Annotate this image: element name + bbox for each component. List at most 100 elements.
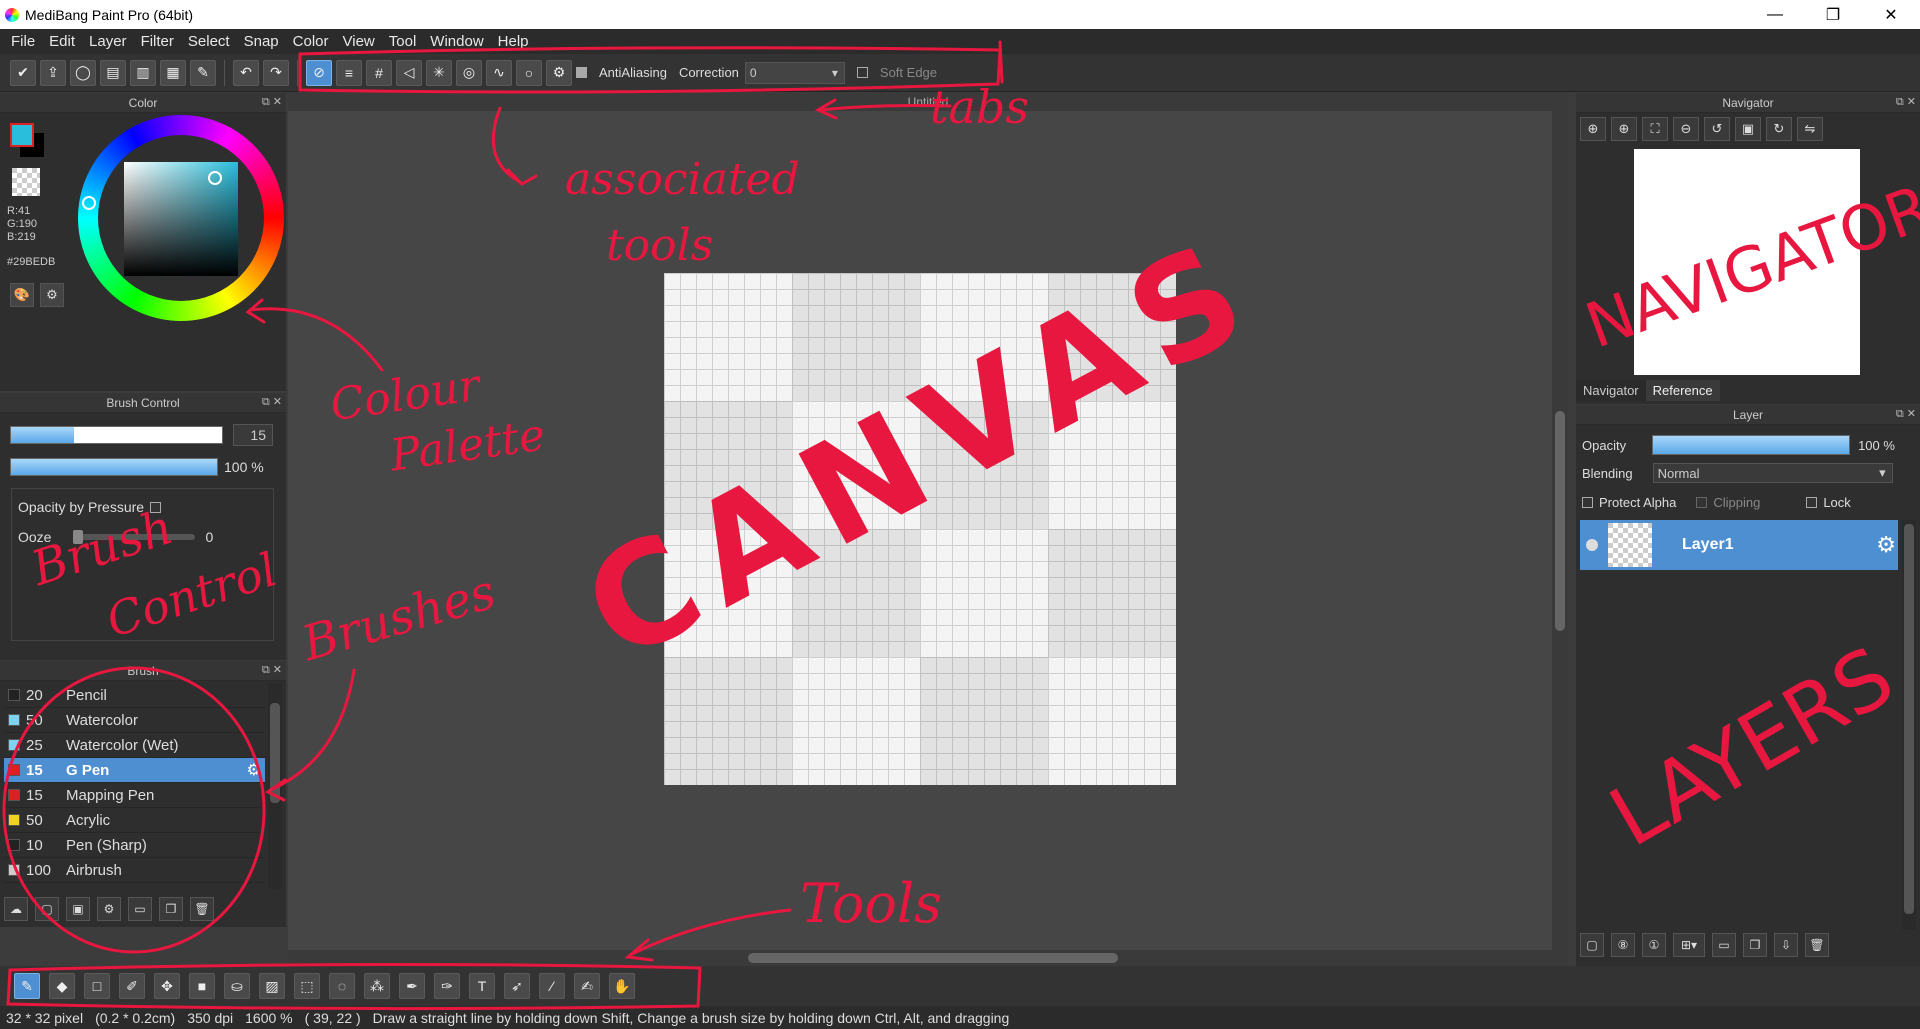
snap-settings-gear-icon[interactable]: ⚙: [546, 59, 572, 86]
layer-list-scrollbar[interactable]: [1902, 520, 1916, 930]
dot-brush-tool-icon[interactable]: ✐: [119, 973, 145, 999]
merge-layer-icon[interactable]: ⇩: [1774, 933, 1798, 957]
duplicate-layer-icon[interactable]: ❐: [1743, 933, 1767, 957]
correction-select[interactable]: 0 ▾: [744, 61, 845, 84]
page-icon[interactable]: ▥: [130, 59, 156, 86]
saturation-value-marker[interactable]: [208, 171, 222, 185]
rotate-left-icon[interactable]: ↺: [1704, 117, 1730, 141]
tab-reference[interactable]: Reference: [1645, 380, 1720, 401]
panel-popout-close-icon[interactable]: ⧉ ✕: [1896, 407, 1916, 421]
select-tool-icon[interactable]: ⬚: [294, 973, 320, 999]
ooze-slider[interactable]: [73, 530, 196, 544]
comment-icon[interactable]: ▤: [100, 59, 126, 86]
add-brush-menu-icon[interactable]: ▣: [66, 897, 90, 921]
brush-list-scrollbar[interactable]: [268, 683, 282, 889]
brush-item[interactable]: 10 Pen (Sharp): [4, 833, 265, 858]
gradient-tool-icon[interactable]: ▨: [259, 973, 285, 999]
menu-help[interactable]: Help: [491, 33, 536, 50]
layer-folder-icon[interactable]: ▭: [1712, 933, 1736, 957]
page-edit-icon[interactable]: ✎: [190, 59, 216, 86]
brush-size-slider[interactable]: [10, 426, 223, 444]
protect-alpha-checkbox[interactable]: [1582, 497, 1593, 508]
layer-settings-gear-icon[interactable]: ⚙: [1876, 532, 1896, 558]
fit-screen-icon[interactable]: ⛶: [1642, 117, 1668, 141]
eraser-tool-icon[interactable]: ◆: [49, 973, 75, 999]
brush-item[interactable]: 50 Acrylic: [4, 808, 265, 833]
delete-brush-icon[interactable]: 🗑: [190, 897, 214, 921]
add-layer-menu-icon[interactable]: ⊞▾: [1673, 933, 1705, 957]
cloud-download-icon[interactable]: ☁: [4, 897, 28, 921]
minimize-button[interactable]: —: [1746, 0, 1804, 29]
move-tool-icon[interactable]: ✥: [154, 973, 180, 999]
redo-icon[interactable]: ↷: [263, 59, 289, 86]
transparent-color-swatch[interactable]: [12, 168, 40, 196]
canvas-document[interactable]: [664, 273, 1176, 785]
canvas-horizontal-scrollbar[interactable]: [288, 950, 1552, 966]
menu-edit[interactable]: Edit: [42, 33, 82, 50]
eyedropper-tool-icon[interactable]: ✍: [574, 973, 600, 999]
grid-snap-icon[interactable]: #: [366, 59, 392, 86]
parallel-snap-icon[interactable]: ≡: [336, 59, 362, 86]
snap-off-icon[interactable]: ⊘: [306, 59, 332, 86]
circle-snap-icon[interactable]: ○: [516, 59, 542, 86]
clipping-checkbox[interactable]: [1696, 497, 1708, 508]
curve-snap-icon[interactable]: ∿: [486, 59, 512, 86]
soft-edge-checkbox[interactable]: [856, 67, 868, 78]
brush-tool-icon[interactable]: ✎: [14, 973, 40, 999]
brush-item[interactable]: 50Blur: [4, 883, 265, 890]
brush-item[interactable]: 100 Airbrush: [4, 858, 265, 883]
concentric-snap-icon[interactable]: ◎: [456, 59, 482, 86]
magic-wand-tool-icon[interactable]: ⁂: [364, 973, 390, 999]
canvas-area[interactable]: Untitled: [288, 93, 1568, 966]
undo-icon[interactable]: ↶: [233, 59, 259, 86]
select-pen-tool-icon[interactable]: ✒: [399, 973, 425, 999]
perspective-snap-icon[interactable]: ◁: [396, 59, 422, 86]
blending-select[interactable]: Normal ▾: [1652, 463, 1893, 483]
zoom-out-icon[interactable]: ⊖: [1673, 117, 1699, 141]
tab-navigator[interactable]: Navigator: [1576, 380, 1646, 401]
hand-tool-icon[interactable]: ✋: [609, 973, 635, 999]
restore-button[interactable]: ❐: [1804, 0, 1862, 29]
divide-tool-icon[interactable]: ⁄: [539, 973, 565, 999]
bucket-tool-icon[interactable]: ⛀: [224, 973, 250, 999]
foreground-color-swatch[interactable]: [10, 123, 34, 147]
zoom-fit-icon[interactable]: ⊕: [1580, 117, 1606, 141]
reset-view-icon[interactable]: ▣: [1735, 117, 1761, 141]
new-brush-icon[interactable]: ▢: [35, 897, 59, 921]
brush-settings-gear-icon[interactable]: ⚙: [247, 760, 261, 780]
visibility-eye-icon[interactable]: [1586, 539, 1598, 551]
text-tool-icon[interactable]: T: [469, 973, 495, 999]
brush-opacity-slider[interactable]: [10, 458, 218, 476]
panel-popout-close-icon[interactable]: ⧉ ✕: [1896, 95, 1916, 109]
lasso-tool-icon[interactable]: ◌: [329, 973, 355, 999]
rotate-right-icon[interactable]: ↻: [1766, 117, 1792, 141]
new-8bit-layer-icon[interactable]: ⑧: [1611, 933, 1635, 957]
menu-filter[interactable]: Filter: [134, 33, 181, 50]
menu-window[interactable]: Window: [423, 33, 490, 50]
menu-select[interactable]: Select: [181, 33, 237, 50]
zoom-in-icon[interactable]: ⊕: [1611, 117, 1637, 141]
brush-item[interactable]: 25 Watercolor (Wet): [4, 733, 265, 758]
panel-popout-close-icon[interactable]: ⧉ ✕: [262, 95, 282, 109]
panel-popout-close-icon[interactable]: ⧉ ✕: [262, 663, 282, 677]
new-1bit-layer-icon[interactable]: ①: [1642, 933, 1666, 957]
select-eraser-tool-icon[interactable]: ✑: [434, 973, 460, 999]
delete-layer-icon[interactable]: 🗑: [1805, 933, 1829, 957]
brush-item[interactable]: 50 Watercolor: [4, 708, 265, 733]
hue-marker[interactable]: [82, 196, 96, 210]
menu-snap[interactable]: Snap: [237, 33, 286, 50]
radial-snap-icon[interactable]: ✳: [426, 59, 452, 86]
layer-opacity-slider[interactable]: [1652, 435, 1851, 455]
ooze-slider-thumb[interactable]: [73, 530, 84, 544]
navigator-preview[interactable]: [1634, 149, 1860, 375]
palette-settings-icon[interactable]: ⚙: [40, 283, 64, 307]
duplicate-brush-icon[interactable]: ❐: [159, 897, 183, 921]
palette-icon[interactable]: 🎨: [10, 283, 34, 307]
operation-tool-icon[interactable]: ➶: [504, 973, 530, 999]
menu-tool[interactable]: Tool: [382, 33, 424, 50]
fill-rect-tool-icon[interactable]: ■: [189, 973, 215, 999]
flip-horizontal-icon[interactable]: ⇋: [1797, 117, 1823, 141]
antialiasing-checkbox[interactable]: [576, 67, 587, 78]
panel-popout-close-icon[interactable]: ⧉ ✕: [262, 395, 282, 409]
folder-icon[interactable]: ▭: [128, 897, 152, 921]
